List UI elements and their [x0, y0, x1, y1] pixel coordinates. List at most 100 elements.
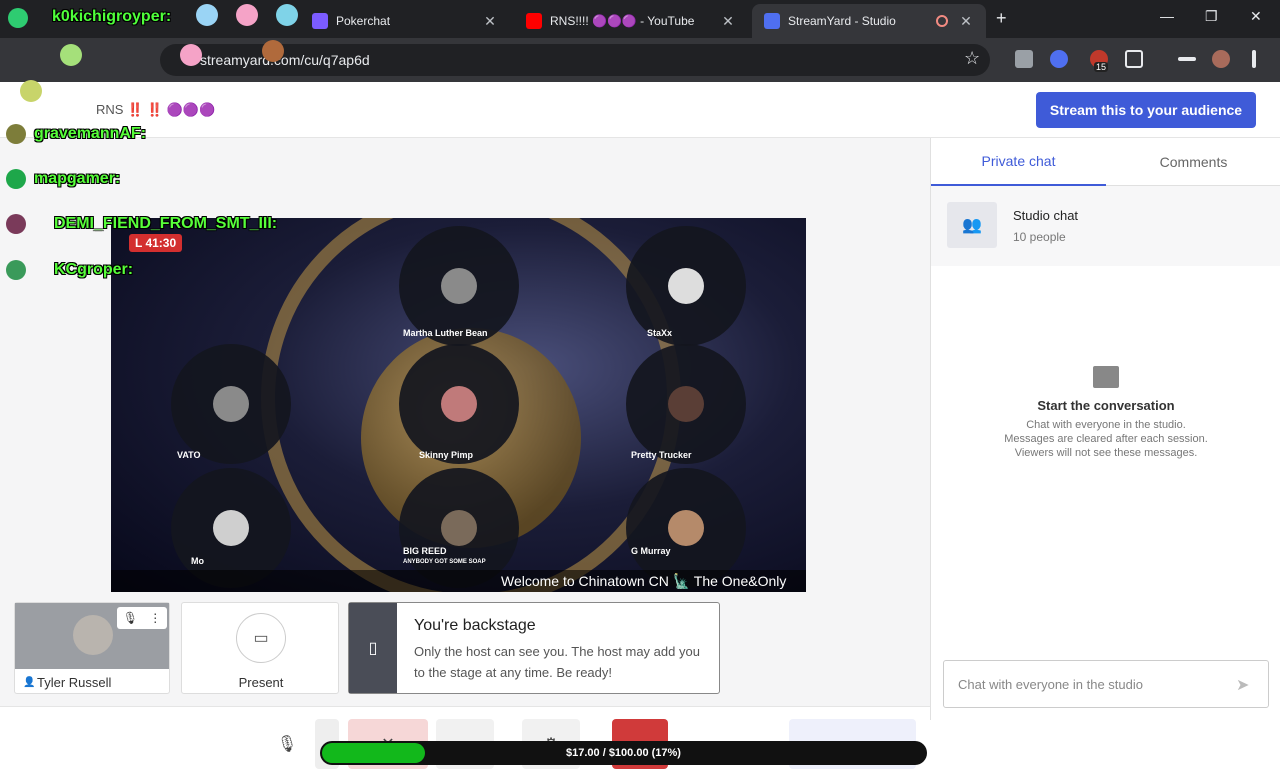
door-icon: ▯	[349, 603, 397, 693]
participant-avatar	[668, 386, 704, 422]
bookmark-star-icon[interactable]: ☆	[964, 48, 980, 69]
chat-panel: Private chat Comments 👥 Studio chat 10 p…	[930, 138, 1280, 720]
tab-title: Pokerchat	[336, 14, 391, 28]
overlay-username: KCgroper:	[54, 261, 134, 278]
overlay-username: DEMI_FIEND_FROM_SMT_III:	[54, 215, 278, 232]
overlay-sticker	[276, 4, 298, 26]
overlay-sticker	[180, 44, 202, 66]
overlay-sticker	[60, 44, 82, 66]
participant-avatar	[441, 268, 477, 304]
overlay-sticker	[20, 80, 42, 102]
extension-badge-count: 15	[1094, 62, 1109, 72]
tab-streamyard[interactable]: StreamYard - Studio ✕	[752, 4, 986, 38]
send-icon[interactable]: ➤	[1236, 675, 1249, 695]
chat-input[interactable]	[944, 661, 1234, 707]
profile-avatar-icon[interactable]	[1212, 50, 1230, 68]
participant-avatar	[668, 268, 704, 304]
empty-chat-message: Chat with everyone in the studio. Messag…	[931, 418, 1280, 460]
empty-chat-title: Start the conversation	[1037, 398, 1175, 413]
tab-private-chat[interactable]: Private chat	[931, 138, 1106, 186]
participant-avatar	[668, 510, 704, 546]
stage-canvas: Martha Luther Bean StaXx VATO Skinny Pim…	[111, 218, 806, 592]
extension-icon[interactable]	[1050, 50, 1068, 68]
tab-pokerchat[interactable]: Pokerchat ✕	[300, 4, 510, 38]
participant-tile[interactable]	[626, 344, 746, 464]
address-bar[interactable]: streamyard.com/cu/q7ap6d	[160, 44, 990, 76]
studio-chat-count: 10 people	[1013, 230, 1066, 244]
live-timer-badge: L 41:30	[129, 234, 183, 252]
participant-tile[interactable]	[171, 344, 291, 464]
close-tab-icon[interactable]: ✕	[958, 13, 974, 30]
new-tab-button[interactable]: +	[996, 8, 1007, 29]
streamyard-page: RNS ‼️ ‼️ 🟣🟣🟣 Stream this to your audien…	[0, 82, 1280, 776]
close-tab-icon[interactable]: ✕	[482, 13, 498, 30]
close-window-button[interactable]: ✕	[1250, 8, 1262, 25]
url-text: streamyard.com/cu/q7ap6d	[200, 52, 370, 68]
overlay-sticker	[196, 4, 218, 26]
group-icon: 👥	[947, 202, 997, 248]
participant-name: Mo	[191, 556, 204, 566]
participant-name: Skinny Pimp	[419, 450, 474, 460]
studio-chat-title: Studio chat	[1013, 208, 1079, 223]
present-label: Present	[238, 675, 284, 690]
donation-goal-text: $17.00 / $100.00 (17%)	[566, 747, 681, 759]
backstage-notice: ▯ You're backstage Only the host can see…	[348, 602, 720, 694]
tab-youtube[interactable]: RNS!!!! 🟣🟣🟣 - YouTube ✕	[514, 4, 748, 38]
mic-icon: 🎙	[276, 736, 298, 753]
participant-name: BIG REED	[403, 546, 447, 556]
participant-name: G Murray	[631, 546, 671, 556]
present-button[interactable]: ▭ Present	[181, 602, 339, 694]
recording-icon	[936, 15, 948, 27]
media-icon[interactable]	[1178, 57, 1196, 61]
overlay-sticker	[236, 4, 258, 26]
mic-button[interactable]: 🎙	[258, 719, 316, 769]
extension-icon[interactable]	[1015, 50, 1033, 68]
puzzle-icon[interactable]	[1125, 50, 1143, 68]
browser-tab-bar: Pokerchat ✕ RNS!!!! 🟣🟣🟣 - YouTube ✕ Stre…	[0, 0, 1280, 38]
studio-chat-row[interactable]: 👥 Studio chat 10 people	[931, 186, 1280, 266]
youtube-favicon-icon	[526, 13, 542, 29]
tab-title: RNS!!!! 🟣🟣🟣 - YouTube	[550, 14, 695, 28]
ticker-banner: Welcome to Chinatown CN 🗽 The One&Only	[111, 570, 806, 592]
ticker-text: Welcome to Chinatown CN 🗽 The One&Only	[501, 572, 787, 589]
broadcast-name: RNS ‼️ ‼️ 🟣🟣🟣	[96, 102, 216, 117]
participant-name: VATO	[177, 450, 201, 460]
close-tab-icon[interactable]: ✕	[720, 13, 736, 30]
overlay-sticker	[262, 40, 284, 62]
mic-icon[interactable]: 🎙	[123, 611, 138, 625]
minimize-button[interactable]: —	[1160, 8, 1174, 24]
participant-tile[interactable]	[399, 344, 519, 464]
chat-input-box: ➤	[943, 660, 1269, 708]
streamyard-favicon-icon	[764, 13, 780, 29]
backstage-title: You're backstage	[414, 617, 536, 634]
more-options-icon[interactable]: ⋮	[149, 611, 161, 625]
empty-chat-line: Chat with everyone in the studio.	[1026, 419, 1186, 431]
stream-to-audience-button[interactable]: Stream this to your audience	[1036, 92, 1256, 128]
overlay-username: mapgamer:	[34, 170, 121, 187]
person-icon: 👤	[23, 677, 36, 688]
empty-chat-line: Viewers will not see these messages.	[1014, 447, 1198, 459]
overlay-avatar	[8, 8, 28, 28]
overlay-avatar	[6, 169, 26, 189]
participant-tile[interactable]	[626, 226, 746, 346]
overlay-avatar	[6, 260, 26, 280]
maximize-button[interactable]: ❐	[1205, 8, 1218, 25]
pokerchat-favicon-icon	[312, 13, 328, 29]
backstage-message: Only the host can see you. The host may …	[414, 644, 700, 680]
participant-name: Pretty Trucker	[631, 450, 692, 460]
tab-comments[interactable]: Comments	[1106, 138, 1280, 186]
participant-avatar	[213, 386, 249, 422]
donation-goal-bar: $17.00 / $100.00 (17%)	[320, 741, 927, 765]
participant-subtitle: ANYBODY GOT SOME SOAP	[403, 559, 486, 565]
overlay-username: gravemannAF:	[34, 125, 147, 142]
browser-menu-icon[interactable]	[1252, 50, 1256, 68]
participant-avatar	[213, 510, 249, 546]
self-video-tile[interactable]: 🎙 ⋮ 👤 Tyler Russell	[14, 602, 170, 694]
participant-name: Martha Luther Bean	[403, 328, 488, 338]
screen-share-icon: ▭	[236, 613, 286, 663]
participant-avatar	[441, 510, 477, 546]
self-avatar	[73, 615, 113, 655]
chat-bubble-icon	[1093, 366, 1119, 388]
overlay-avatar	[6, 124, 26, 144]
tab-title: StreamYard - Studio	[788, 14, 896, 28]
